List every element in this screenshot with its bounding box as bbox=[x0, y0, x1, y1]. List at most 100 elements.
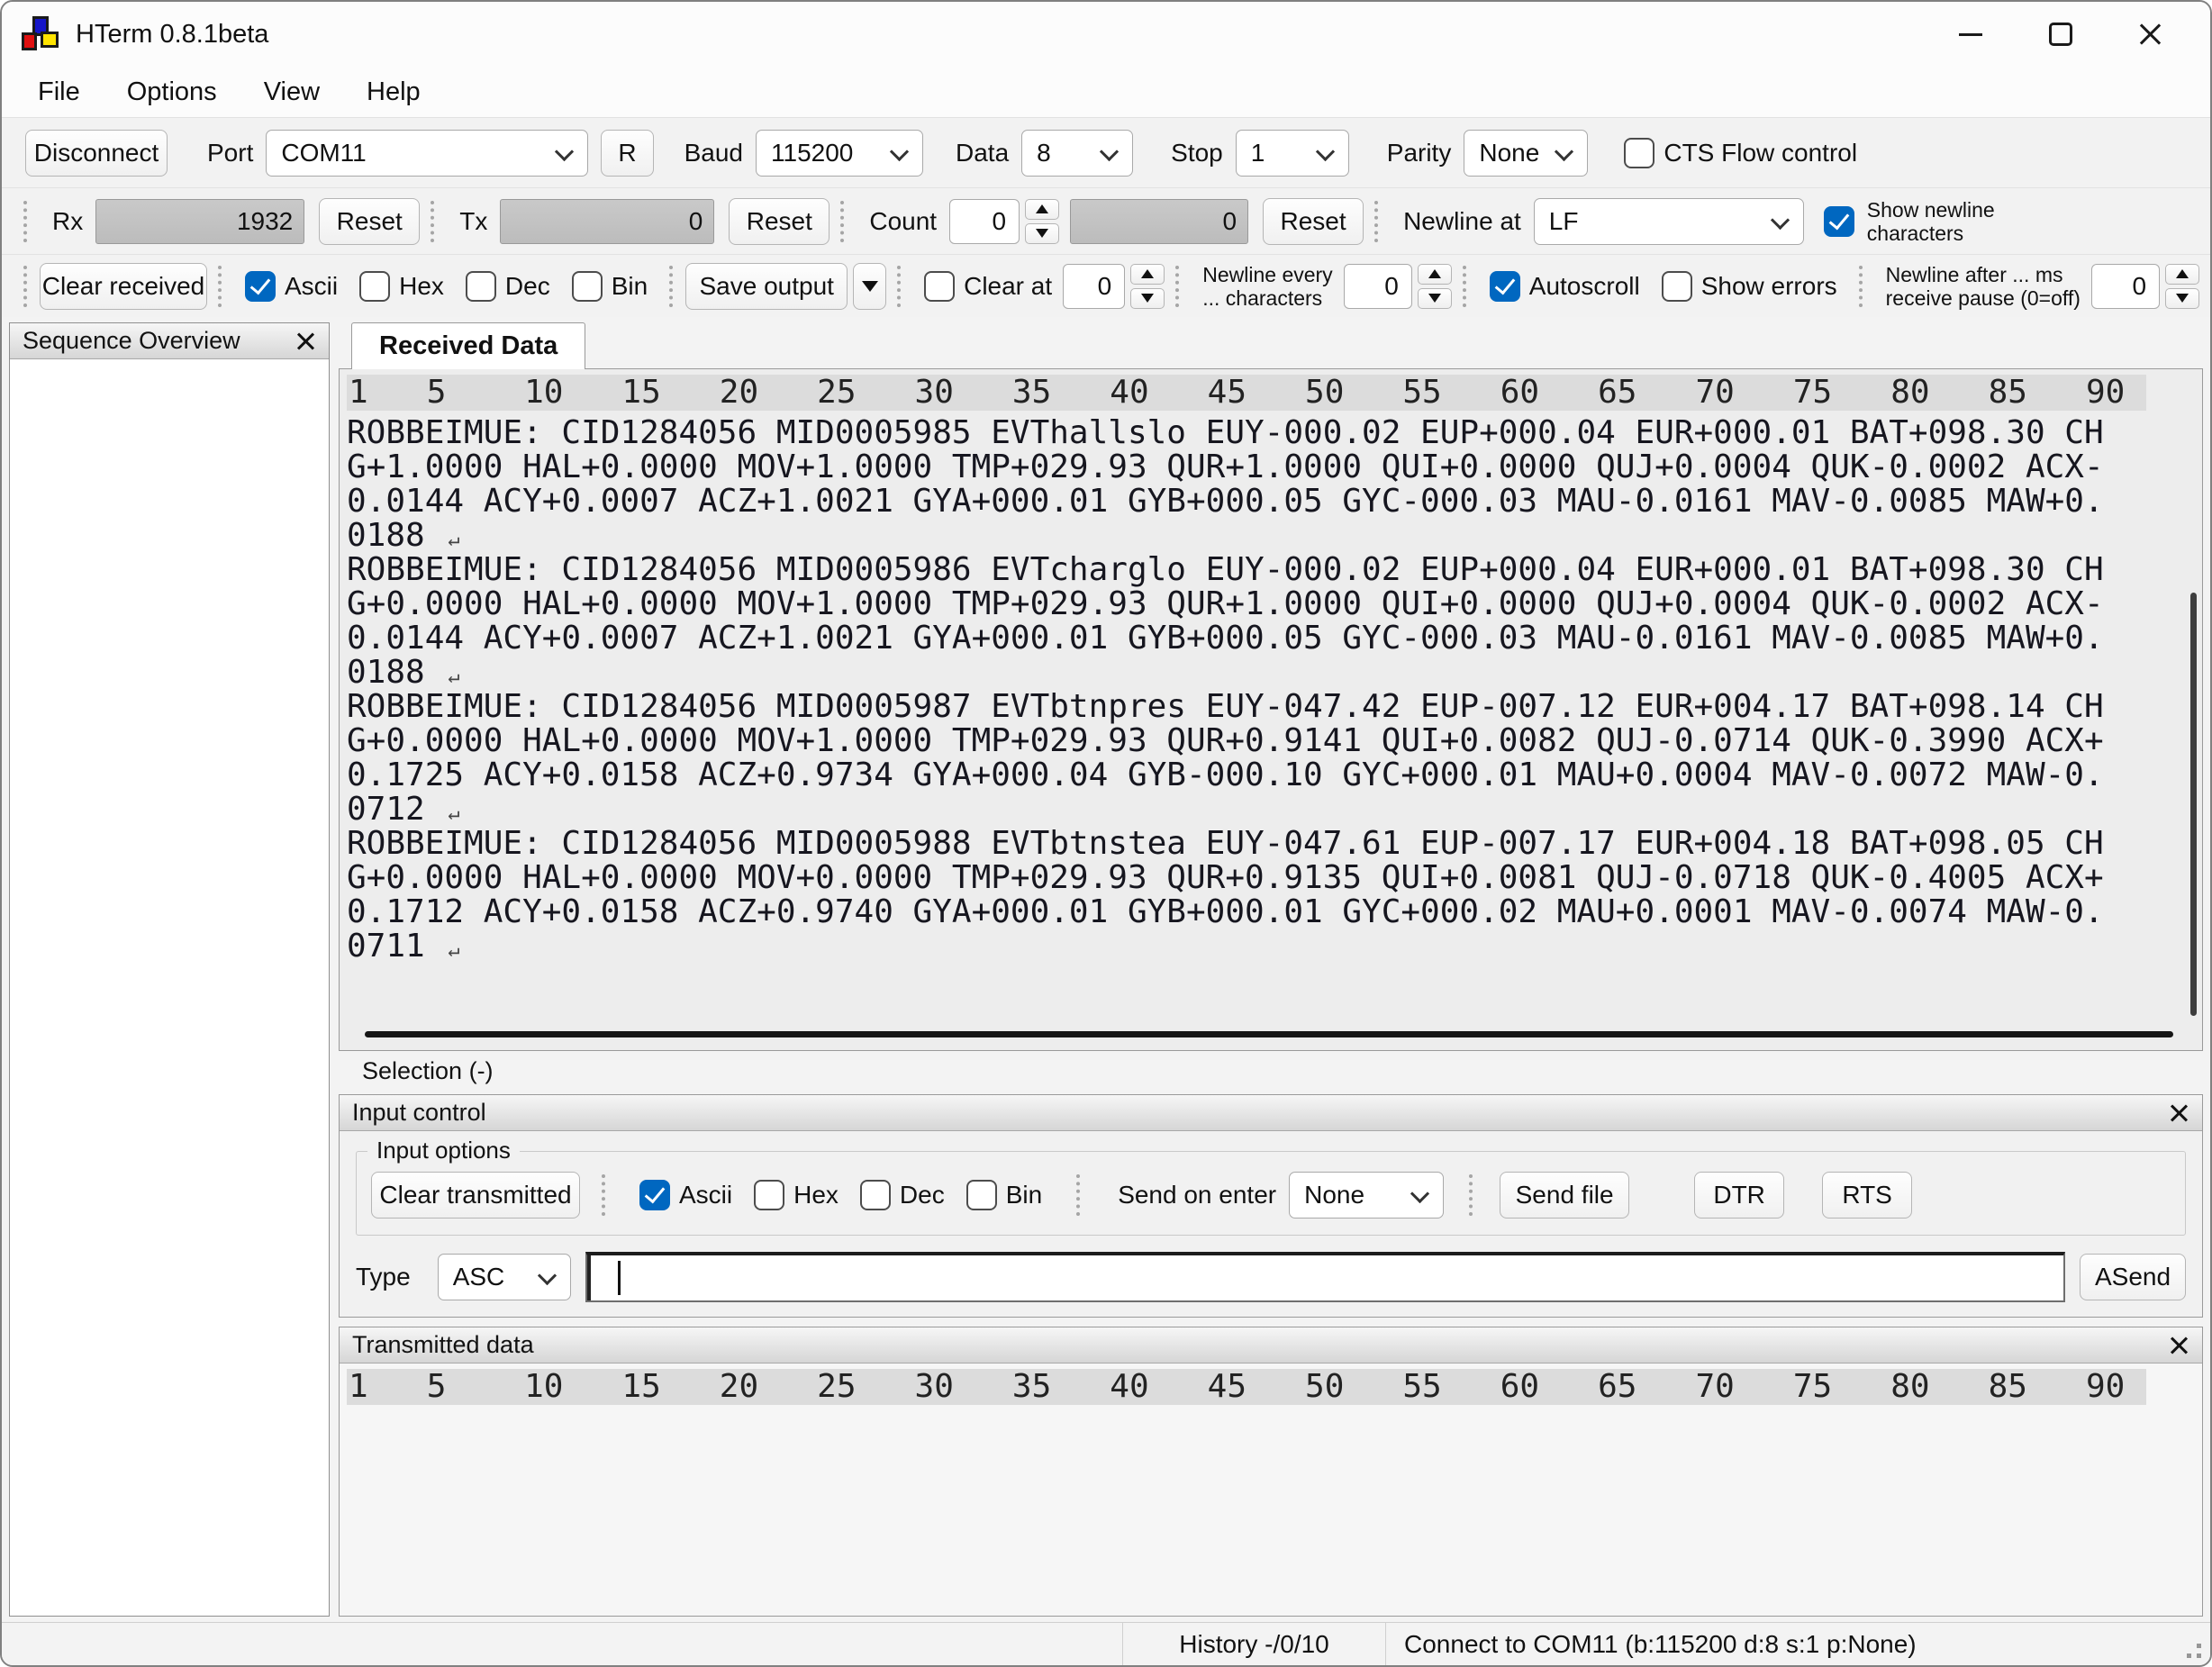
toolbar-drag-handle[interactable] bbox=[23, 266, 29, 307]
menu-view[interactable]: View bbox=[240, 74, 343, 111]
tab-received-data[interactable]: Received Data bbox=[351, 322, 585, 369]
resize-grip[interactable] bbox=[2197, 1653, 2201, 1658]
maximize-icon bbox=[2049, 23, 2072, 46]
rx-ascii-checkbox[interactable] bbox=[245, 271, 276, 302]
clear-at-label: Clear at bbox=[964, 272, 1052, 301]
tx-ascii-checkbox[interactable] bbox=[639, 1180, 670, 1210]
rx-label: Rx bbox=[52, 207, 83, 236]
cts-flow-control-checkbox[interactable] bbox=[1624, 138, 1654, 168]
send-on-enter-select[interactable]: None bbox=[1289, 1172, 1444, 1219]
asend-button[interactable]: ASend bbox=[2080, 1254, 2186, 1300]
window-title: HTerm 0.8.1beta bbox=[76, 20, 268, 50]
toolbar-drag-handle[interactable] bbox=[1463, 266, 1468, 307]
toolbar-drag-handle[interactable] bbox=[669, 266, 675, 307]
disconnect-button[interactable]: Disconnect bbox=[25, 130, 168, 177]
toolbar-drag-handle[interactable] bbox=[23, 201, 29, 242]
rx-bin-checkbox[interactable] bbox=[572, 271, 603, 302]
newline-every-field[interactable]: 0 bbox=[1344, 264, 1412, 309]
send-input-field[interactable] bbox=[585, 1252, 2065, 1302]
dtr-button[interactable]: DTR bbox=[1694, 1172, 1784, 1219]
received-line: 0188 ↵ bbox=[347, 656, 2195, 690]
stop-bits-label: Stop bbox=[1171, 139, 1223, 168]
receive-tab-bar: Received Data bbox=[339, 322, 2203, 369]
selection-status: Selection (-) bbox=[339, 1051, 2203, 1091]
toolbar-drag-handle[interactable] bbox=[1374, 201, 1380, 242]
maximize-button[interactable] bbox=[2039, 13, 2082, 56]
transmitted-data-close-icon[interactable] bbox=[2168, 1335, 2189, 1356]
sequence-overview-close-icon[interactable] bbox=[295, 331, 316, 352]
newline-after-spin-up-button[interactable] bbox=[2165, 264, 2199, 285]
rx-reset-button[interactable]: Reset bbox=[319, 198, 420, 245]
rescan-ports-button[interactable]: R bbox=[601, 130, 653, 177]
app-logo-icon bbox=[22, 14, 61, 54]
clear-at-spin-down-button[interactable] bbox=[1130, 288, 1165, 309]
tx-reset-button[interactable]: Reset bbox=[729, 198, 830, 245]
minimize-button[interactable] bbox=[1949, 13, 1992, 56]
show-newline-label-line2: characters bbox=[1867, 222, 1963, 245]
count-spinner-field[interactable]: 0 bbox=[949, 199, 1020, 244]
save-output-dropdown-button[interactable] bbox=[853, 263, 886, 310]
type-select[interactable]: ASC bbox=[438, 1254, 571, 1300]
rx-hex-checkbox[interactable] bbox=[359, 271, 390, 302]
clear-at-checkbox[interactable] bbox=[924, 271, 955, 302]
baud-select[interactable]: 115200 bbox=[756, 130, 923, 177]
close-button[interactable] bbox=[2129, 13, 2172, 56]
count-spin-up-button[interactable] bbox=[1025, 199, 1059, 220]
parity-select[interactable]: None bbox=[1464, 130, 1588, 177]
port-select[interactable]: COM11 bbox=[266, 130, 588, 177]
newline-after-field[interactable]: 0 bbox=[2091, 264, 2160, 309]
rx-ascii-label: Ascii bbox=[285, 272, 338, 301]
newline-at-select[interactable]: LF bbox=[1534, 198, 1804, 245]
toolbar-drag-handle[interactable] bbox=[218, 266, 223, 307]
received-vertical-scrollbar[interactable] bbox=[2190, 593, 2197, 1016]
menu-file[interactable]: File bbox=[14, 74, 104, 111]
show-errors-checkbox[interactable] bbox=[1662, 271, 1692, 302]
show-newline-checkbox[interactable] bbox=[1824, 206, 1854, 237]
stop-bits-select[interactable]: 1 bbox=[1236, 130, 1349, 177]
clear-at-spin-up-button[interactable] bbox=[1130, 264, 1165, 285]
main-area: Sequence Overview Received Data 1 5 10 1… bbox=[2, 317, 2210, 1622]
connection-status-text: Connect to COM11 (b:115200 d:8 s:1 p:Non… bbox=[1404, 1630, 1917, 1659]
send-file-button[interactable]: Send file bbox=[1500, 1172, 1629, 1219]
menu-bar: File Options View Help bbox=[2, 67, 2210, 117]
toolbar-drag-handle[interactable] bbox=[840, 201, 846, 242]
count-reset-button[interactable]: Reset bbox=[1263, 198, 1364, 245]
menu-help[interactable]: Help bbox=[343, 74, 444, 111]
newline-glyph-icon: ↵ bbox=[448, 802, 459, 825]
autoscroll-checkbox[interactable] bbox=[1490, 271, 1520, 302]
received-data-view[interactable]: 1 5 10 15 20 25 30 35 40 45 50 55 60 65 … bbox=[339, 368, 2203, 1051]
toolbar-drag-handle[interactable] bbox=[897, 266, 902, 307]
transmitted-data-panel: Transmitted data 1 5 10 15 20 25 30 35 4… bbox=[339, 1327, 2203, 1617]
tx-ascii-label: Ascii bbox=[679, 1181, 732, 1209]
newline-glyph-icon: ↵ bbox=[448, 939, 459, 962]
toolbar-drag-handle[interactable] bbox=[1175, 266, 1181, 307]
received-column-ruler: 1 5 10 15 20 25 30 35 40 45 50 55 60 65 … bbox=[347, 375, 2146, 411]
clear-received-button[interactable]: Clear received bbox=[40, 263, 207, 310]
clear-at-field[interactable]: 0 bbox=[1063, 264, 1125, 309]
transmitted-data-view[interactable]: 1 5 10 15 20 25 30 35 40 45 50 55 60 65 … bbox=[340, 1363, 2202, 1616]
sequence-overview-list[interactable] bbox=[10, 359, 329, 1616]
data-bits-select[interactable]: 8 bbox=[1021, 130, 1133, 177]
menu-options[interactable]: Options bbox=[104, 74, 240, 111]
rx-dec-checkbox[interactable] bbox=[466, 271, 496, 302]
toolbar-drag-handle[interactable] bbox=[1859, 266, 1864, 307]
newline-every-spin-up-button[interactable] bbox=[1418, 264, 1452, 285]
clear-transmitted-button[interactable]: Clear transmitted bbox=[371, 1172, 580, 1219]
show-newline-label-line1: Show newline bbox=[1867, 198, 1995, 222]
save-output-button[interactable]: Save output bbox=[685, 263, 848, 310]
newline-every-spin-down-button[interactable] bbox=[1418, 288, 1452, 309]
toolbar-drag-handle[interactable] bbox=[431, 201, 436, 242]
count-spin-down-button[interactable] bbox=[1025, 223, 1059, 244]
toolbar-drag-handle bbox=[602, 1174, 607, 1216]
tx-bin-label: Bin bbox=[1006, 1181, 1042, 1209]
newline-after-spin-down-button[interactable] bbox=[2165, 288, 2199, 309]
input-control-close-icon[interactable] bbox=[2168, 1102, 2189, 1124]
tx-dec-checkbox[interactable] bbox=[860, 1180, 891, 1210]
received-line: 0712 ↵ bbox=[347, 793, 2195, 827]
rts-button[interactable]: RTS bbox=[1822, 1172, 1912, 1219]
received-horizontal-scrollbar[interactable] bbox=[365, 1031, 2173, 1037]
tx-hex-checkbox[interactable] bbox=[754, 1180, 784, 1210]
tx-bin-checkbox[interactable] bbox=[966, 1180, 997, 1210]
receive-options-toolbar: Clear received Ascii Hex Dec Bin Save ou… bbox=[2, 254, 2210, 317]
tx-hex-label: Hex bbox=[793, 1181, 839, 1209]
